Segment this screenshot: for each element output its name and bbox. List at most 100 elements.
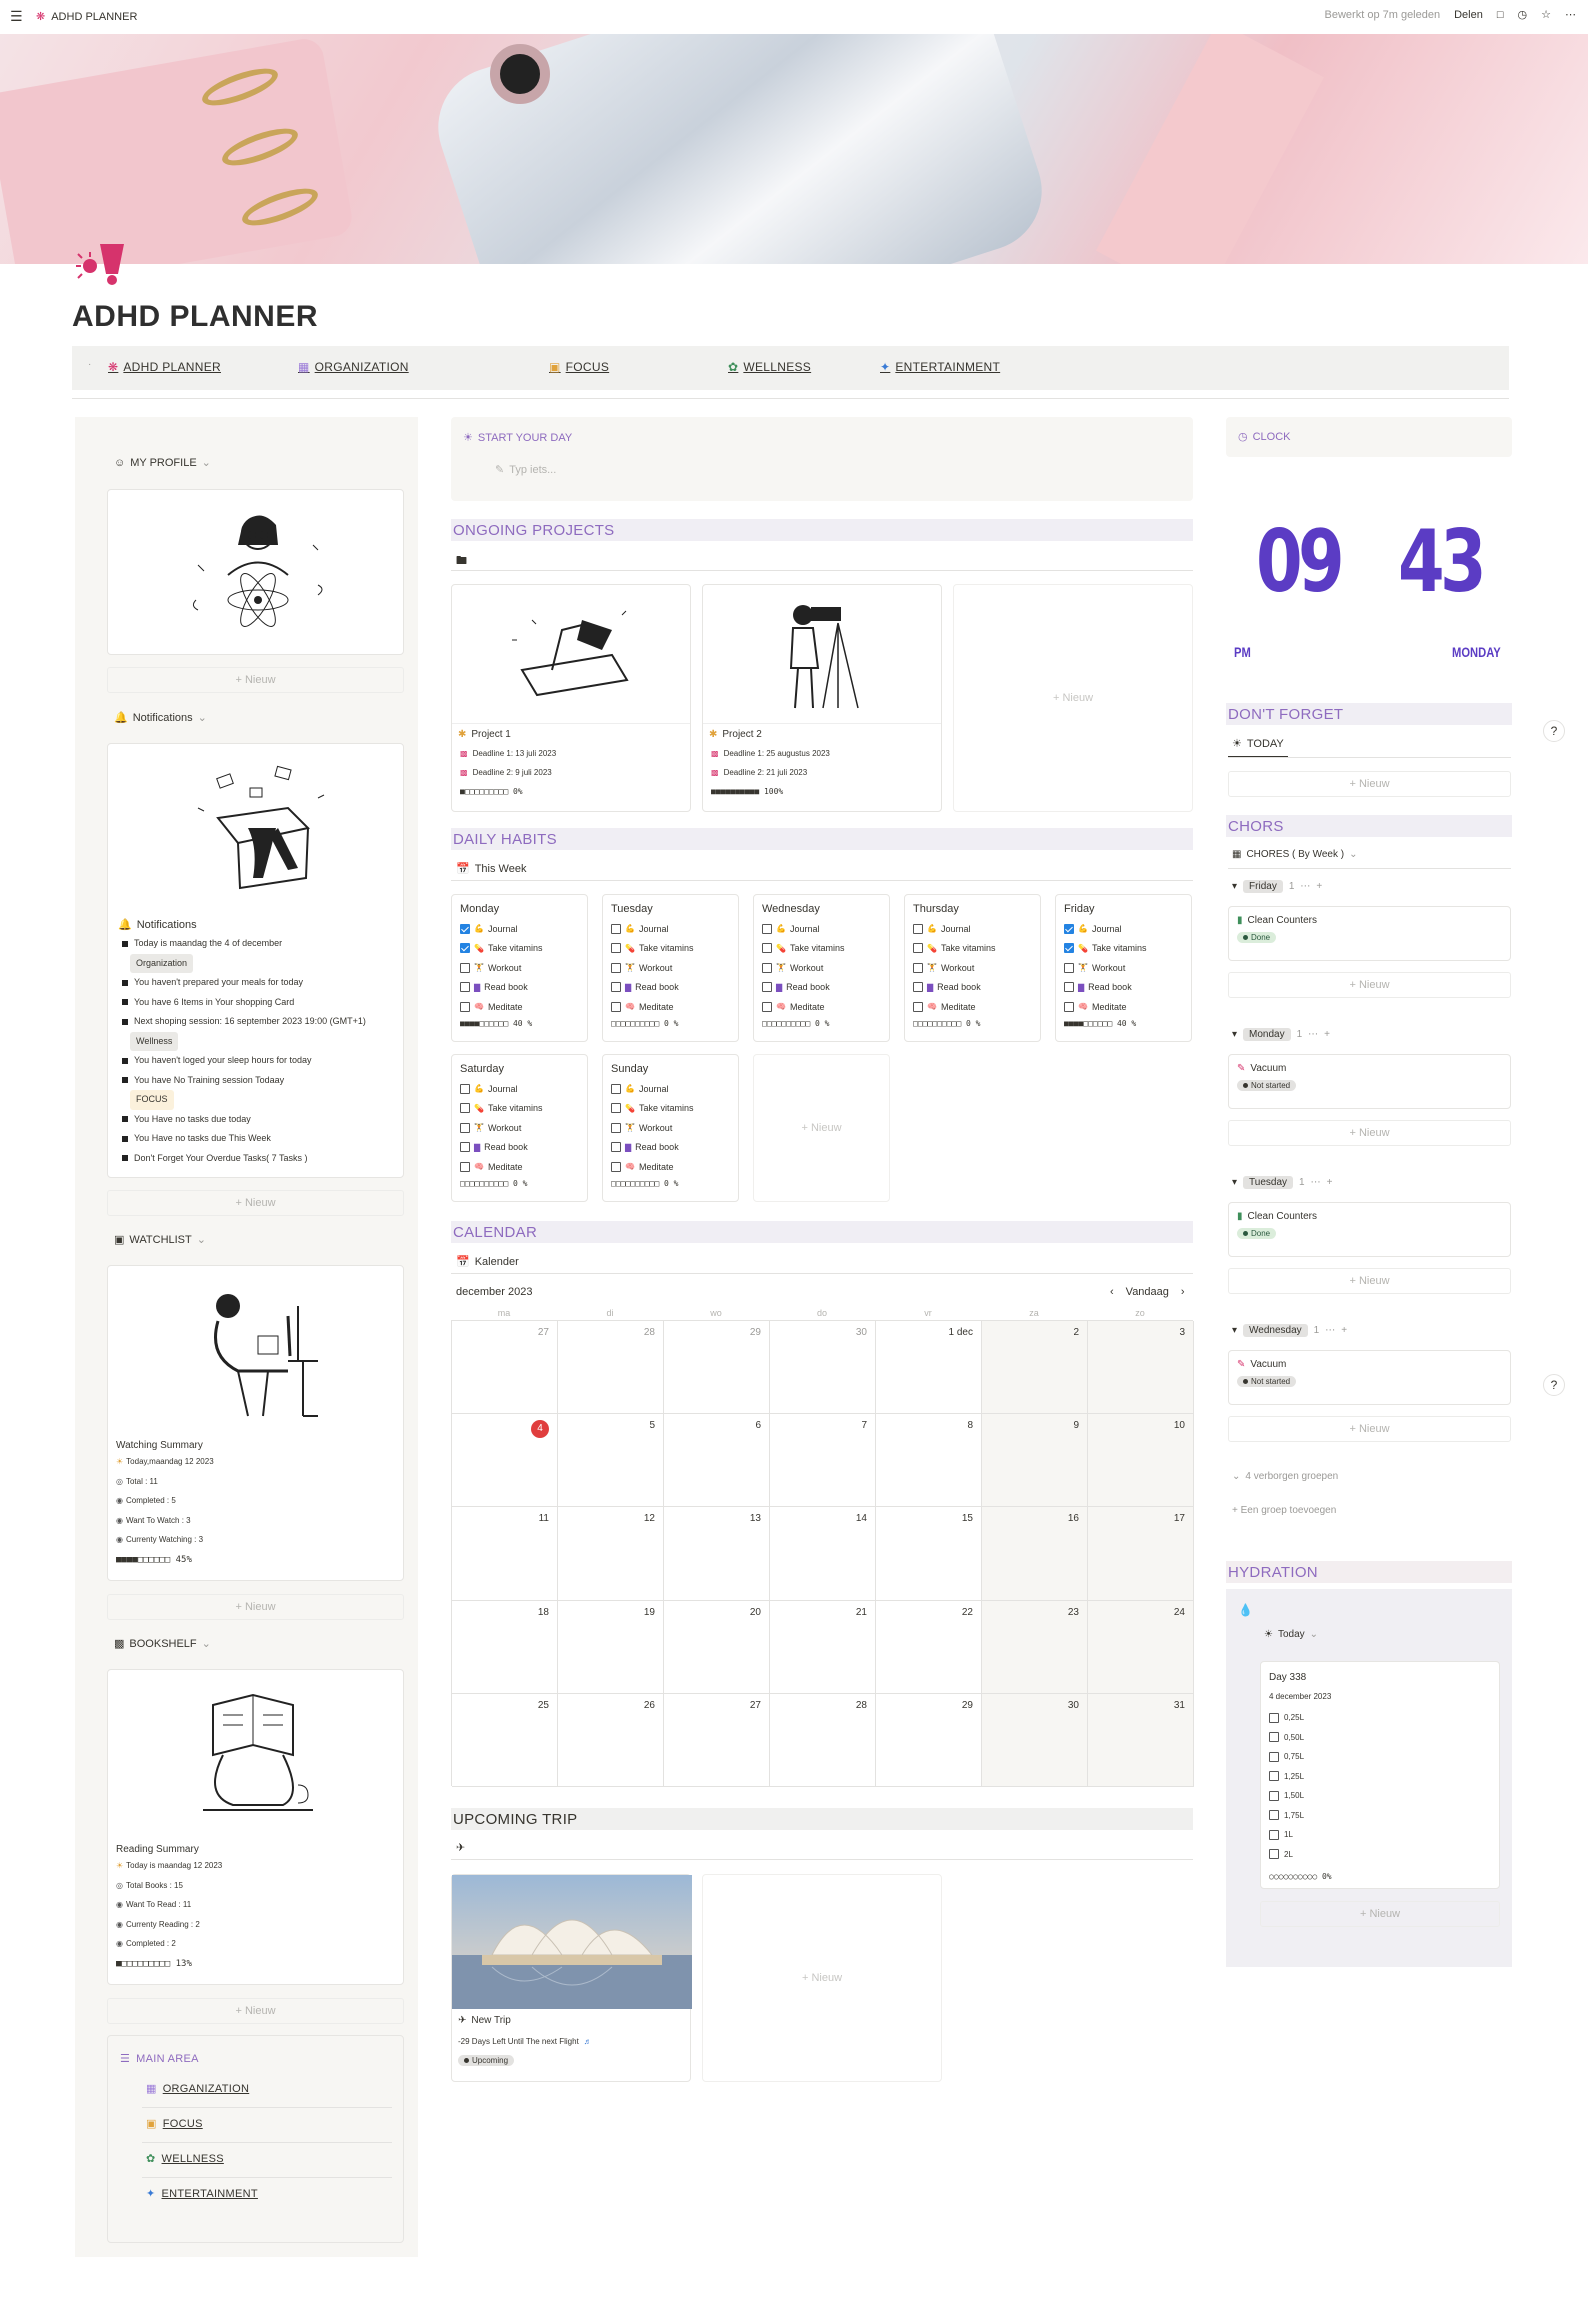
habit-checkbox[interactable] — [611, 1103, 621, 1114]
habits-new-card[interactable]: + Nieuw — [753, 1054, 890, 1202]
trip-new-card[interactable]: + Nieuw — [702, 1874, 942, 2082]
calendar-day[interactable]: 16 — [982, 1507, 1088, 1601]
calendar-day[interactable]: 29 — [664, 1321, 770, 1415]
main-area-link-wellness[interactable]: ✿ WELLNESS — [146, 2152, 224, 2166]
habit-checkbox[interactable] — [460, 1161, 470, 1172]
calendar-day[interactable]: 10 — [1088, 1414, 1194, 1508]
nav-focus[interactable]: ▣ FOCUS — [549, 360, 609, 374]
main-area-link-focus[interactable]: ▣ FOCUS — [146, 2117, 203, 2131]
habit-checkbox[interactable] — [913, 982, 923, 993]
chore-group-header[interactable]: ▾ Friday 1 ⋯ + — [1232, 880, 1322, 893]
history-icon[interactable]: ◷ — [1518, 8, 1528, 21]
habit-card-thursday[interactable]: Thursday 💪 Journal 💊 Take vitamins 🏋 Workout ▇ R… — [904, 894, 1041, 1042]
habit-card-tuesday[interactable]: Tuesday 💪 Journal 💊 Take vitamins 🏋 Workout ▇ Re… — [602, 894, 739, 1042]
habit-checkbox[interactable] — [460, 923, 470, 934]
habit-card-sunday[interactable]: Sunday 💪 Journal 💊 Take vitamins 🏋 Workout ▇ Rea… — [602, 1054, 739, 1202]
dont-forget-new-button[interactable]: + Nieuw — [1228, 771, 1511, 797]
trip-view-tab[interactable]: ✈ — [456, 1841, 465, 1854]
main-area-link-organization[interactable]: ▦ ORGANIZATION — [146, 2082, 249, 2096]
profile-new-button[interactable]: + Nieuw — [107, 667, 404, 693]
plus-icon[interactable]: + — [1327, 1177, 1333, 1188]
chore-group-header[interactable]: ▾ Wednesday 1 ⋯ + — [1232, 1324, 1347, 1337]
bookshelf-view-tab[interactable]: ▩ BOOKSHELF ⌄ — [114, 1637, 211, 1651]
calendar-day[interactable]: 20 — [664, 1600, 770, 1694]
more-icon[interactable]: ⋯ — [1311, 1177, 1321, 1188]
calendar-day[interactable]: 14 — [770, 1507, 876, 1601]
hydration-day-card[interactable]: Day 338 4 december 2023 0,25L 0,50L 0,75L 1… — [1260, 1661, 1500, 1889]
more-icon[interactable]: ⋯ — [1300, 881, 1310, 892]
trip-card[interactable]: ✈ New Trip -29 Days Left Until The next F… — [451, 1874, 692, 2082]
calendar-day[interactable]: 30 — [982, 1693, 1088, 1787]
habit-checkbox[interactable] — [460, 982, 470, 993]
notifications-new-button[interactable]: + Nieuw — [107, 1190, 404, 1216]
today-button[interactable]: Vandaag — [1126, 1286, 1169, 1298]
hydration-checkbox[interactable] — [1269, 1712, 1279, 1723]
habit-checkbox[interactable] — [611, 982, 621, 993]
projects-new-card[interactable]: + Nieuw — [953, 584, 1193, 812]
plus-icon[interactable]: + — [1324, 1029, 1330, 1040]
calendar-day[interactable]: 25 — [452, 1693, 558, 1787]
calendar-day[interactable]: 12 — [558, 1507, 664, 1601]
calendar-day[interactable]: 15 — [876, 1507, 982, 1601]
calendar-day[interactable]: 31 — [1088, 1693, 1194, 1787]
chore-card[interactable]: ✎ Vacuum Not started — [1228, 1350, 1511, 1405]
hydration-checkbox[interactable] — [1269, 1771, 1279, 1782]
calendar-day[interactable]: 3 — [1088, 1321, 1194, 1415]
calendar-view-tab[interactable]: 📅 Kalender — [456, 1255, 519, 1269]
nav-entertainment[interactable]: ✦ ENTERTAINMENT — [880, 360, 1000, 374]
share-button[interactable]: Delen — [1454, 9, 1483, 21]
add-group-button[interactable]: + Een groep toevoegen — [1232, 1505, 1336, 1516]
watchlist-view-tab[interactable]: ▣ WATCHLIST ⌄ — [114, 1233, 206, 1247]
habits-view-tab[interactable]: 📅 This Week — [456, 862, 526, 876]
hydration-checkbox[interactable] — [1269, 1829, 1279, 1840]
calendar-day[interactable]: 5 — [558, 1414, 664, 1508]
nav-wellness[interactable]: ✿ WELLNESS — [728, 360, 811, 374]
plus-icon[interactable]: + — [1341, 1325, 1347, 1336]
calendar-day[interactable]: 28 — [558, 1321, 664, 1415]
menu-icon[interactable]: ☰ — [10, 8, 24, 25]
habit-checkbox[interactable] — [762, 982, 772, 993]
calendar-day[interactable]: 6 — [664, 1414, 770, 1508]
habit-checkbox[interactable] — [611, 1161, 621, 1172]
habit-checkbox[interactable] — [1064, 943, 1074, 954]
habit-card-saturday[interactable]: Saturday 💪 Journal 💊 Take vitamins 🏋 Workout ▇ R… — [451, 1054, 588, 1202]
projects-view-tab[interactable]: 🖿 — [456, 552, 467, 571]
watchlist-card[interactable]: Watching Summary ☀ Today,maandag 12 2023 ◎… — [107, 1265, 404, 1581]
watchlist-new-button[interactable]: + Nieuw — [107, 1594, 404, 1620]
calendar-day[interactable]: 24 — [1088, 1600, 1194, 1694]
habit-checkbox[interactable] — [460, 943, 470, 954]
habit-checkbox[interactable] — [460, 1142, 470, 1153]
hydration-new-button[interactable]: + Nieuw — [1260, 1901, 1500, 1927]
habit-card-wednesday[interactable]: Wednesday 💪 Journal 💊 Take vitamins 🏋 Workout ▇… — [753, 894, 890, 1042]
more-icon[interactable]: ⋯ — [1565, 8, 1576, 21]
chevron-right-icon[interactable]: › — [1181, 1286, 1185, 1298]
calendar-day[interactable]: 9 — [982, 1414, 1088, 1508]
plus-icon[interactable]: + — [1316, 881, 1322, 892]
hydration-checkbox[interactable] — [1269, 1751, 1279, 1762]
chores-view-tab[interactable]: ▦ CHORES ( By Week ) ⌄ — [1232, 849, 1357, 860]
calendar-day[interactable]: 19 — [558, 1600, 664, 1694]
calendar-day[interactable]: 21 — [770, 1600, 876, 1694]
habit-checkbox[interactable] — [460, 1122, 470, 1133]
project-card-2[interactable]: ✱ Project 2 ▩ Deadline 1: 25 augustus 2023… — [702, 584, 942, 812]
chore-new-button[interactable]: + Nieuw — [1228, 1120, 1511, 1146]
habit-checkbox[interactable] — [611, 962, 621, 973]
notifications-card[interactable]: 🔔 Notifications Today is maandag the 4 of… — [107, 743, 404, 1178]
habit-checkbox[interactable] — [460, 962, 470, 973]
calendar-day[interactable]: 30 — [770, 1321, 876, 1415]
calendar-day[interactable]: 22 — [876, 1600, 982, 1694]
calendar-day[interactable]: 27 — [664, 1693, 770, 1787]
main-area-link-entertainment[interactable]: ✦ ENTERTAINMENT — [146, 2187, 258, 2201]
calendar-day[interactable]: 7 — [770, 1414, 876, 1508]
habit-checkbox[interactable] — [913, 923, 923, 934]
calendar-day[interactable]: 23 — [982, 1600, 1088, 1694]
habit-checkbox[interactable] — [611, 943, 621, 954]
chore-card[interactable]: ▮ Clean Counters Done — [1228, 906, 1511, 961]
habit-checkbox[interactable] — [762, 923, 772, 934]
chevron-left-icon[interactable]: ‹ — [1110, 1286, 1114, 1298]
habit-checkbox[interactable] — [460, 1103, 470, 1114]
hydration-checkbox[interactable] — [1269, 1810, 1279, 1821]
habit-checkbox[interactable] — [611, 1083, 621, 1094]
habit-checkbox[interactable] — [762, 1001, 772, 1012]
star-icon[interactable]: ☆ — [1541, 8, 1551, 21]
